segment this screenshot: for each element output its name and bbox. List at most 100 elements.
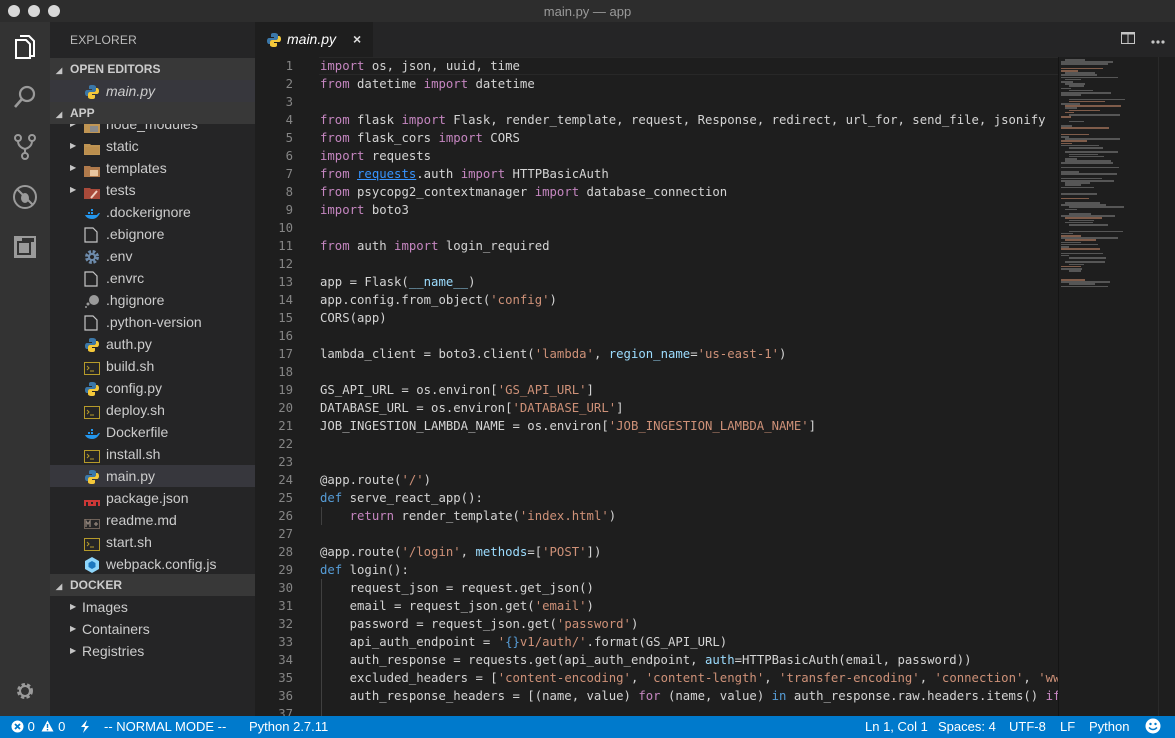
code-line[interactable]: 20 DATABASE_URL = os.environ['DATABASE_UR… (255, 399, 1058, 417)
tree-file[interactable]: deploy.sh (50, 399, 255, 421)
code-line[interactable]: 15 CORS(app) (255, 309, 1058, 327)
file-name: .env (106, 248, 133, 264)
code-line[interactable]: 14 app.config.from_object('config') (255, 291, 1058, 309)
cursor-position[interactable]: Ln 1, Col 1 (865, 719, 928, 734)
line-number: 20 (278, 401, 293, 415)
code-line[interactable]: 30 request_json = request.get_json() (255, 579, 1058, 597)
app-folder-header[interactable]: ◢ APP (50, 102, 255, 124)
gear-icon[interactable] (10, 676, 40, 706)
file-icon (84, 227, 100, 243)
code-line[interactable]: 4 from flask import Flask, render_templat… (255, 111, 1058, 129)
shell-script-icon (84, 359, 100, 375)
code-line[interactable]: 18 (255, 363, 1058, 381)
code-line[interactable]: 10 (255, 219, 1058, 237)
code-line[interactable]: 22 (255, 435, 1058, 453)
code-line[interactable]: 26 return render_template('index.html') (255, 507, 1058, 525)
tree-file[interactable]: webpack.config.js (50, 553, 255, 574)
code-line[interactable]: 23 (255, 453, 1058, 471)
tree-file[interactable]: build.sh (50, 355, 255, 377)
editor-scrollbar[interactable] (1158, 57, 1175, 716)
code-line[interactable]: 36 auth_response_headers = [(name, value… (255, 687, 1058, 705)
encoding[interactable]: UTF-8 (1009, 719, 1046, 734)
tree-file[interactable]: .dockerignore (50, 201, 255, 223)
code-line[interactable]: 16 (255, 327, 1058, 345)
source-control-icon[interactable] (10, 132, 40, 162)
code-line[interactable]: 17 lambda_client = boto3.client('lambda',… (255, 345, 1058, 363)
extensions-icon[interactable] (10, 232, 40, 262)
line-number: 32 (278, 617, 293, 631)
tree-file[interactable]: .ebignore (50, 223, 255, 245)
code-line[interactable]: 35 excluded_headers = ['content-encoding… (255, 669, 1058, 687)
code-text: from psycopg2_contextmanager import data… (320, 185, 728, 199)
tree-file[interactable]: main.py (50, 465, 255, 487)
code-line[interactable]: 13 app = Flask(__name__) (255, 273, 1058, 291)
code-line[interactable]: 3 (255, 93, 1058, 111)
code-line[interactable]: 9 import boto3 (255, 201, 1058, 219)
docker-item-images[interactable]: ▶ Images (50, 596, 255, 618)
indentation[interactable]: Spaces: 4 (938, 719, 996, 734)
vim-mode: -- NORMAL MODE -- (104, 719, 227, 734)
code-text: @app.route('/') (320, 473, 432, 487)
files-icon[interactable] (10, 32, 40, 62)
docker-header[interactable]: ◢ DOCKER (50, 574, 255, 596)
tree-file[interactable]: readme.md (50, 509, 255, 531)
tree-file[interactable]: start.sh (50, 531, 255, 553)
tree-file[interactable]: .envrc (50, 267, 255, 289)
code-line[interactable]: 19 GS_API_URL = os.environ['GS_API_URL'] (255, 381, 1058, 399)
code-line[interactable]: 1 import os, json, uuid, time (255, 57, 1058, 75)
debug-icon[interactable] (10, 182, 40, 212)
code-line[interactable]: 32 password = request_json.get('password… (255, 615, 1058, 633)
tree-file[interactable]: config.py (50, 377, 255, 399)
minimap[interactable] (1058, 57, 1158, 716)
tree-file[interactable]: auth.py (50, 333, 255, 355)
open-editor-item[interactable]: main.py (50, 80, 255, 102)
docker-item-containers[interactable]: ▶ Containers (50, 618, 255, 640)
smiley-icon[interactable] (1145, 718, 1161, 737)
docker-item-registries[interactable]: ▶ Registries (50, 640, 255, 662)
code-line[interactable]: 24 @app.route('/') (255, 471, 1058, 489)
code-line[interactable]: 12 (255, 255, 1058, 273)
tree-file[interactable]: .env (50, 245, 255, 267)
code-line[interactable]: 34 auth_response = requests.get(api_auth… (255, 651, 1058, 669)
line-ending[interactable]: LF (1060, 719, 1075, 734)
tree-folder[interactable]: ▶ node_modules (50, 124, 255, 135)
tree-file[interactable]: package.json (50, 487, 255, 509)
section-label: OPEN EDITORS (70, 62, 161, 76)
code-line[interactable]: 11 from auth import login_required (255, 237, 1058, 255)
tab-main-py[interactable]: main.py × (255, 22, 373, 57)
code-line[interactable]: 21 JOB_INGESTION_LAMBDA_NAME = os.environ… (255, 417, 1058, 435)
code-line[interactable]: 8 from psycopg2_contextmanager import dat… (255, 183, 1058, 201)
code-line[interactable]: 5 from flask_cors import CORS (255, 129, 1058, 147)
tree-file[interactable]: install.sh (50, 443, 255, 465)
tree-file[interactable]: .hgignore (50, 289, 255, 311)
split-editor-icon[interactable] (1121, 31, 1135, 49)
python-interpreter[interactable]: Python 2.7.11 (249, 719, 328, 734)
language-mode[interactable]: Python (1089, 719, 1129, 734)
code-line[interactable]: 33 api_auth_endpoint = '{}v1/auth/'.form… (255, 633, 1058, 651)
code-line[interactable]: 27 (255, 525, 1058, 543)
tree-folder[interactable]: ▶ static (50, 135, 255, 157)
code-line[interactable]: 25 def serve_react_app(): (255, 489, 1058, 507)
tree-folder[interactable]: ▶ tests (50, 179, 255, 201)
code-line[interactable]: 31 email = request_json.get('email') (255, 597, 1058, 615)
tree-file[interactable]: Dockerfile (50, 421, 255, 443)
problems-indicator[interactable]: 0 0 (11, 719, 65, 734)
code-line[interactable]: 28 @app.route('/login', methods=['POST']) (255, 543, 1058, 561)
code-line[interactable]: 7 from requests.auth import HTTPBasicAuth (255, 165, 1058, 183)
tree-folder[interactable]: ▶ templates (50, 157, 255, 179)
code-line[interactable]: 2 from datetime import datetime (255, 75, 1058, 93)
search-icon[interactable] (10, 82, 40, 112)
code-editor[interactable]: 1 import os, json, uuid, time 2 from dateti… (255, 57, 1058, 716)
more-actions-icon[interactable] (1151, 31, 1165, 49)
open-editors-header[interactable]: ◢ OPEN EDITORS (50, 58, 255, 80)
close-tab-icon[interactable]: × (353, 31, 361, 47)
code-line[interactable]: 37 (255, 705, 1058, 716)
lightning-icon[interactable] (80, 719, 90, 734)
tree-file[interactable]: .python-version (50, 311, 255, 333)
code-line[interactable]: 29 def login(): (255, 561, 1058, 579)
python-file-icon (84, 337, 100, 352)
code-text: import requests (320, 149, 432, 163)
code-line[interactable]: 6 import requests (255, 147, 1058, 165)
line-number: 36 (278, 689, 293, 703)
minimap-line (1061, 193, 1097, 195)
